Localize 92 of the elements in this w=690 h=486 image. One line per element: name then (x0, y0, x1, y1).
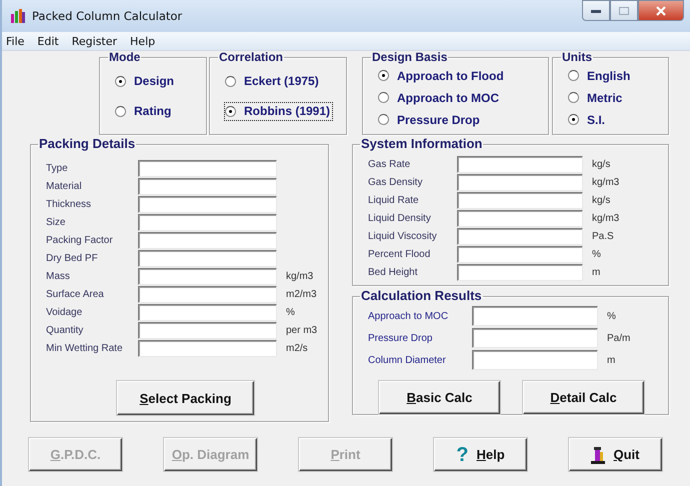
field-label: Material (46, 180, 83, 192)
unit-label: Pa/m (607, 332, 630, 344)
radio-option[interactable]: Pressure Drop (377, 110, 483, 129)
unit-label: % (286, 306, 295, 318)
input-field[interactable] (138, 268, 277, 284)
command-button[interactable]: ? Help (434, 438, 527, 471)
input-field[interactable] (457, 192, 583, 208)
field-label: Quantity (46, 324, 84, 336)
field-label: Type (46, 162, 69, 174)
input-field[interactable] (457, 210, 583, 226)
radio-option[interactable]: Design (114, 72, 178, 90)
radio-option[interactable]: Approach to MOC (377, 88, 502, 107)
field-label: Mass (46, 270, 71, 282)
radio-option[interactable]: English (567, 66, 634, 85)
field-label: Column Diameter (368, 354, 447, 366)
field-label: Liquid Viscosity (368, 230, 438, 242)
unit-label: kg/s (592, 194, 610, 206)
radio-option[interactable]: Eckert (1975) (224, 72, 322, 90)
unit-label: kg/m3 (286, 270, 314, 282)
close-button[interactable] (638, 0, 684, 21)
bar-chart-icon (10, 9, 26, 23)
input-field[interactable] (457, 156, 583, 172)
input-field[interactable] (138, 250, 277, 266)
unit-label: m (592, 266, 600, 278)
input-field[interactable] (138, 160, 277, 176)
calc-button[interactable]: Detail Calc (523, 381, 644, 414)
input-field[interactable] (138, 196, 277, 212)
group-title: System Information (360, 137, 484, 151)
unit-label: kg/s (592, 158, 610, 170)
group-title: Calculation Results (360, 289, 483, 303)
unit-label: kg/m3 (592, 176, 620, 188)
field-label: Liquid Density (368, 212, 432, 224)
input-field[interactable] (138, 322, 277, 338)
menu-item[interactable]: Register (72, 34, 118, 48)
input-field[interactable] (472, 328, 598, 348)
help-icon: ? (456, 444, 469, 464)
unit-label: m2/s (286, 342, 308, 354)
radio-option[interactable]: Robbins (1991) (224, 102, 334, 120)
field-label: Packing Factor (46, 234, 114, 246)
field-label: Gas Density (368, 176, 424, 188)
field-label: Size (46, 216, 66, 228)
field-label: Percent Flood (368, 248, 432, 260)
field-label: Bed Height (368, 266, 418, 278)
field-label: Voidage (46, 306, 84, 318)
unit-label: % (592, 248, 601, 260)
input-field[interactable] (138, 340, 277, 356)
group-title: Units (561, 51, 593, 64)
command-button[interactable]: Quit (569, 438, 662, 471)
input-field[interactable] (138, 178, 277, 194)
unit-label: m (607, 354, 616, 366)
input-field[interactable] (138, 214, 277, 230)
unit-label: kg/m3 (592, 212, 620, 224)
input-field[interactable] (138, 304, 277, 320)
field-label: Min Wetting Rate (46, 342, 124, 354)
input-field[interactable] (138, 232, 277, 248)
unit-label: m2/m3 (286, 288, 317, 300)
pillar-icon (591, 446, 606, 464)
field-label: Liquid Rate (368, 194, 420, 206)
group-title: Packing Details (38, 137, 136, 151)
field-label: Gas Rate (368, 158, 412, 170)
input-field[interactable] (457, 264, 583, 280)
field-label: Surface Area (46, 288, 105, 300)
group-title: Design Basis (371, 51, 448, 64)
field-label: Approach to MOC (368, 310, 450, 322)
calc-button[interactable]: Basic Calc (379, 381, 500, 414)
unit-label: % (607, 310, 616, 322)
radio-option[interactable]: Rating (114, 102, 174, 120)
group-title: Correlation (218, 51, 284, 64)
menu-item[interactable]: File (6, 34, 24, 48)
input-field[interactable] (457, 174, 583, 190)
radio-option[interactable]: S.I. (567, 110, 608, 129)
input-field[interactable] (457, 246, 583, 262)
input-field[interactable] (472, 350, 598, 370)
maximize-icon (618, 6, 630, 16)
group-title: Mode (108, 51, 142, 64)
unit-label: per m3 (286, 324, 318, 336)
field-label: Pressure Drop (368, 332, 434, 344)
radio-option[interactable]: Metric (567, 88, 626, 107)
menu-item[interactable]: Edit (37, 34, 59, 48)
field-label: Thickness (46, 198, 92, 210)
field-label: Dry Bed PF (46, 252, 99, 264)
minimize-icon (590, 8, 602, 14)
window-title: Packed Column Calculator (32, 9, 182, 23)
input-field[interactable] (457, 228, 583, 244)
select-packing-button[interactable]: Select Packing (117, 381, 254, 415)
minimize-button[interactable] (582, 0, 610, 21)
input-field[interactable] (472, 306, 598, 326)
menu-item[interactable]: Help (130, 34, 156, 48)
radio-option[interactable]: Approach to Flood (377, 66, 507, 85)
close-icon (655, 6, 667, 16)
unit-label: Pa.S (592, 230, 614, 242)
input-field[interactable] (138, 286, 277, 302)
